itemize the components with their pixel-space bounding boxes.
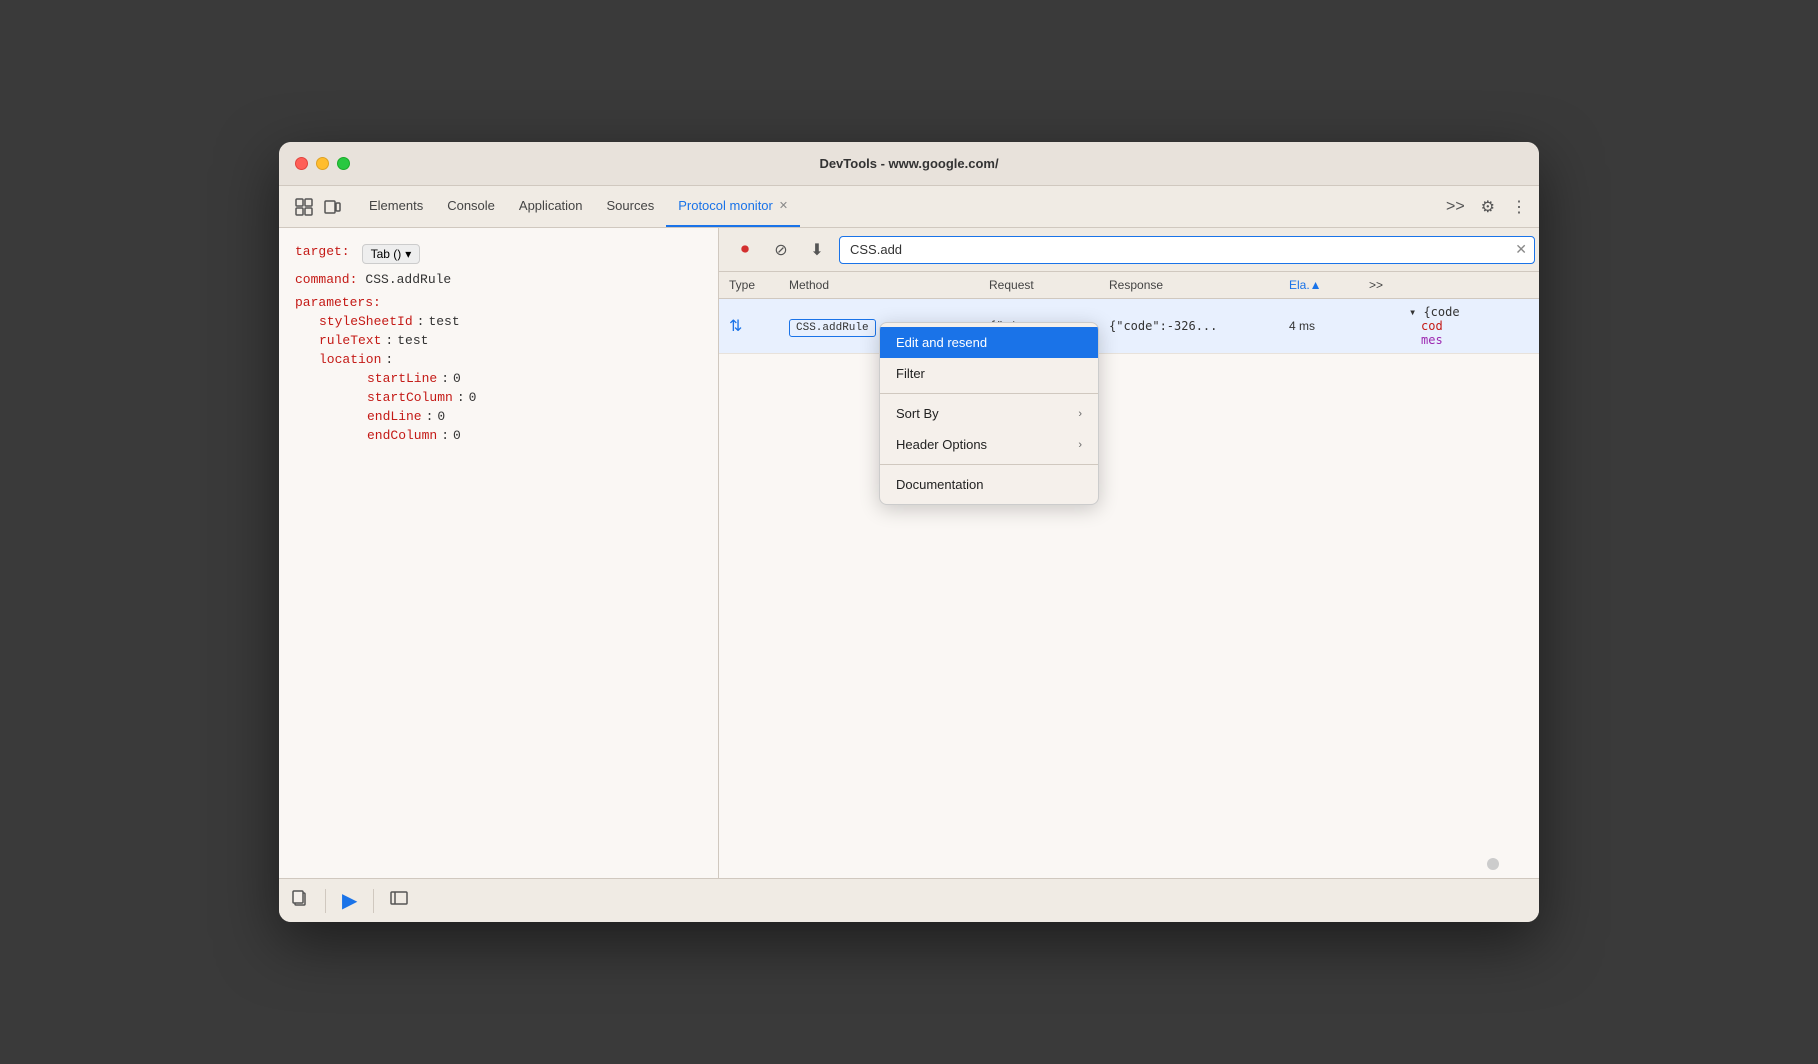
- bottom-divider-1: [325, 889, 326, 913]
- col-request: Request: [979, 272, 1099, 299]
- table-row[interactable]: ⇅ CSS.addRule {"sty {"code":-326... 4 ms…: [719, 299, 1539, 354]
- protocol-table: Type Method Request Response Ela.▲ >>: [719, 272, 1539, 354]
- target-key: target:: [295, 244, 350, 259]
- cell-response: {"code":-326...: [1099, 299, 1279, 354]
- clear-button[interactable]: ⊘: [767, 236, 795, 264]
- tab-sources[interactable]: Sources: [595, 186, 667, 227]
- main-content: target: Tab () ▾ command: CSS.addRule pa…: [279, 228, 1539, 878]
- table-header-row: Type Method Request Response Ela.▲ >>: [719, 272, 1539, 299]
- target-dropdown[interactable]: Tab () ▾: [362, 244, 421, 264]
- left-panel: target: Tab () ▾ command: CSS.addRule pa…: [279, 228, 719, 878]
- window-title: DevTools - www.google.com/: [819, 156, 998, 171]
- send-button[interactable]: ▶: [342, 888, 357, 913]
- param-endLine: endLine : 0: [295, 409, 702, 424]
- context-menu-sort-by[interactable]: Sort By ›: [880, 398, 1098, 429]
- command-line: command: CSS.addRule: [295, 272, 702, 287]
- inspect-icon[interactable]: [295, 198, 313, 216]
- tab-application[interactable]: Application: [507, 186, 595, 227]
- settings-icon[interactable]: ⚙: [1477, 193, 1499, 221]
- cell-elapsed: 4 ms: [1279, 299, 1359, 354]
- right-panel: ⏺ ⊘ ⬇ ✕ Type Method Request Response Ela…: [719, 228, 1539, 878]
- command-key: command:: [295, 272, 357, 287]
- context-menu-filter[interactable]: Filter: [880, 358, 1098, 389]
- title-bar: DevTools - www.google.com/: [279, 142, 1539, 186]
- col-response: Response: [1099, 272, 1279, 299]
- col-overflow[interactable]: >>: [1359, 272, 1399, 299]
- more-options-icon[interactable]: ⋮: [1507, 193, 1531, 221]
- horizontal-scrollbar[interactable]: [1487, 858, 1499, 870]
- maximize-button[interactable]: [337, 157, 350, 170]
- tab-bar: Elements Console Application Sources Pro…: [279, 186, 1539, 228]
- tab-close-icon[interactable]: ✕: [779, 199, 788, 212]
- context-menu-documentation[interactable]: Documentation: [880, 469, 1098, 500]
- device-icon[interactable]: [323, 198, 341, 216]
- param-ruleText: ruleText : test: [295, 333, 702, 348]
- context-menu-divider-1: [880, 393, 1098, 394]
- traffic-lights: [295, 157, 350, 170]
- param-endColumn: endColumn : 0: [295, 428, 702, 443]
- col-type: Type: [719, 272, 779, 299]
- context-menu-edit-resend[interactable]: Edit and resend: [880, 327, 1098, 358]
- col-method: Method: [779, 272, 979, 299]
- col-extra: [1399, 272, 1539, 299]
- context-menu-divider-2: [880, 464, 1098, 465]
- bottom-divider-2: [373, 889, 374, 913]
- cell-type: ⇅: [719, 299, 779, 354]
- search-clear-icon[interactable]: ✕: [1515, 241, 1527, 258]
- param-startColumn: startColumn : 0: [295, 390, 702, 405]
- parameters-key: parameters:: [295, 295, 381, 310]
- param-styleSheetId: styleSheetId : test: [295, 314, 702, 329]
- param-location: location :: [295, 352, 702, 367]
- search-input[interactable]: [839, 236, 1535, 264]
- toolbar: ⏺ ⊘ ⬇ ✕: [719, 228, 1539, 272]
- tab-elements[interactable]: Elements: [357, 186, 435, 227]
- table-container: Type Method Request Response Ela.▲ >>: [719, 272, 1539, 878]
- copy-icon[interactable]: [291, 889, 309, 912]
- target-line: target: Tab () ▾: [295, 244, 702, 264]
- tab-bar-right: >> ⚙ ⋮: [1442, 186, 1531, 227]
- cell-overflow-col: [1359, 299, 1399, 354]
- context-menu-header-options[interactable]: Header Options ›: [880, 429, 1098, 460]
- chevron-right-icon-2: ›: [1078, 439, 1082, 451]
- bottom-bar: ▶: [279, 878, 1539, 922]
- devtools-icons: [287, 186, 349, 227]
- more-tabs-icon[interactable]: >>: [1442, 194, 1469, 220]
- chevron-right-icon: ›: [1078, 408, 1082, 420]
- command-value: CSS.addRule: [365, 272, 451, 287]
- stop-button[interactable]: ⏺: [731, 236, 759, 264]
- tab-protocol-monitor[interactable]: Protocol monitor ✕: [666, 186, 800, 227]
- context-menu: Edit and resend Filter Sort By › Header …: [879, 322, 1099, 505]
- minimize-button[interactable]: [316, 157, 329, 170]
- parameters-label-line: parameters:: [295, 295, 702, 310]
- col-elapsed: Ela.▲: [1279, 272, 1359, 299]
- cell-extra: ▾ {code cod mes: [1399, 299, 1539, 354]
- sidebar-toggle-icon[interactable]: [390, 889, 408, 912]
- request-type-icon: ⇅: [729, 316, 769, 336]
- devtools-window: DevTools - www.google.com/ Elements: [279, 142, 1539, 922]
- download-button[interactable]: ⬇: [803, 236, 831, 264]
- tab-console[interactable]: Console: [435, 186, 507, 227]
- method-value: CSS.addRule: [789, 319, 876, 337]
- param-startLine: startLine : 0: [295, 371, 702, 386]
- close-button[interactable]: [295, 157, 308, 170]
